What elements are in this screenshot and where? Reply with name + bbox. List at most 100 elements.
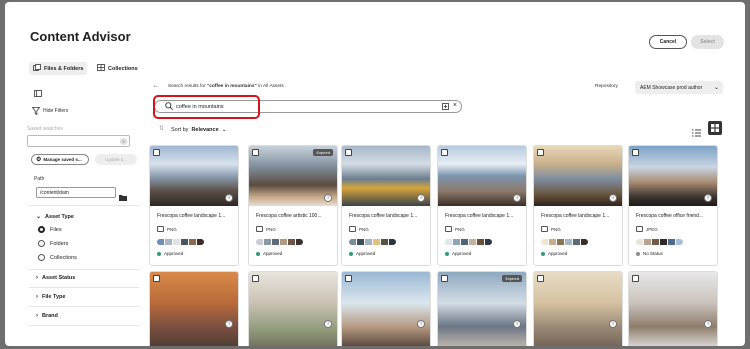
update-saved-search-button[interactable]: Update s...: [95, 154, 137, 165]
select-checkbox[interactable]: [252, 149, 259, 156]
color-swatch: [676, 239, 683, 245]
asset-thumbnail[interactable]: [438, 272, 526, 346]
panel-toggle-icon[interactable]: [34, 84, 42, 102]
asset-card[interactable]: i Frescopa coffee landscape 1... PNG App…: [341, 145, 431, 266]
info-icon[interactable]: i: [609, 320, 617, 328]
info-icon[interactable]: i: [225, 194, 233, 202]
select-checkbox[interactable]: [632, 275, 639, 282]
asset-card[interactable]: i Frescopa coffee landscape 1... PNG App…: [149, 145, 239, 266]
path-field[interactable]: /content/dam: [36, 187, 116, 198]
grid-view-icon[interactable]: [708, 121, 722, 135]
info-icon[interactable]: i: [324, 320, 332, 328]
select-checkbox[interactable]: [632, 149, 639, 156]
clear-icon[interactable]: ×: [453, 102, 457, 109]
info-icon[interactable]: i: [513, 320, 521, 328]
gear-icon: ⚙: [36, 157, 42, 163]
select-checkbox[interactable]: [153, 275, 160, 282]
info-icon[interactable]: i: [609, 194, 617, 202]
asset-card[interactable]: i Frescopa coffee landscape 1... PNG App…: [437, 145, 527, 266]
info-icon[interactable]: i: [513, 194, 521, 202]
hide-filters-button[interactable]: Hide Filters: [31, 102, 68, 120]
color-swatch: [197, 239, 204, 245]
color-swatch: [256, 239, 263, 245]
add-filter-icon[interactable]: [442, 103, 449, 112]
select-checkbox[interactable]: [153, 149, 160, 156]
back-arrow-icon[interactable]: ←: [153, 83, 159, 89]
radio-folders[interactable]: Folders: [38, 240, 68, 247]
asset-card[interactable]: i: [628, 271, 718, 346]
color-swatch: [296, 239, 303, 245]
radio-files[interactable]: Files: [38, 226, 62, 233]
select-checkbox[interactable]: [345, 275, 352, 282]
facet-asset-type[interactable]: ⌄ Asset Type: [36, 213, 74, 221]
facet-asset-status[interactable]: › Asset Status: [36, 275, 75, 281]
asset-thumbnail[interactable]: [534, 272, 622, 346]
info-icon[interactable]: i: [704, 194, 712, 202]
asset-card[interactable]: i Frescopa coffee office friend... JPEG …: [628, 145, 718, 266]
facet-brand[interactable]: › Brand: [36, 313, 58, 319]
repository-select[interactable]: AEM Showcase prod author ⌄: [635, 81, 723, 94]
select-checkbox[interactable]: [441, 275, 448, 282]
status-dot: [541, 251, 545, 256]
chevron-right-icon: ›: [36, 294, 38, 300]
list-view-icon[interactable]: [692, 124, 701, 142]
facet-file-type[interactable]: › File Type: [36, 294, 65, 300]
select-checkbox[interactable]: [537, 275, 544, 282]
asset-name: Frescopa coffee office friend...: [636, 213, 704, 219]
radio-collections[interactable]: Collections: [38, 254, 77, 261]
asset-status: Approved: [157, 251, 183, 256]
asset-status: Approved: [256, 251, 282, 256]
sort-direction-icon[interactable]: ⇅: [159, 125, 164, 132]
asset-type: PNG: [445, 226, 465, 232]
saved-searches-select[interactable]: ⌄: [27, 135, 130, 147]
select-checkbox[interactable]: [345, 149, 352, 156]
asset-name: Frescopa coffee landscape 1...: [157, 213, 226, 219]
color-swatch: [181, 239, 188, 245]
folder-icon[interactable]: [119, 188, 127, 206]
files-icon: [33, 64, 41, 73]
select-checkbox[interactable]: [252, 275, 259, 282]
divider: [29, 287, 139, 288]
asset-card[interactable]: i: [149, 271, 239, 346]
asset-name: Frescopa coffee artistic 100...: [256, 213, 322, 219]
color-swatch: [264, 239, 271, 245]
asset-type: PNG: [541, 226, 561, 232]
info-icon[interactable]: i: [324, 194, 332, 202]
asset-thumbnail[interactable]: [249, 272, 337, 346]
asset-card[interactable]: i Frescopa coffee landscape 1... PNG App…: [533, 145, 623, 266]
chevron-down-icon: ⌄: [221, 127, 227, 133]
divider: [29, 269, 139, 270]
color-swatch: [644, 239, 651, 245]
image-icon: [445, 226, 452, 232]
search-highlight-annotation: [153, 95, 260, 119]
asset-card[interactable]: Expired i: [437, 271, 527, 346]
asset-card[interactable]: i: [533, 271, 623, 346]
manage-saved-searches-button[interactable]: ⚙ Manage saved s...: [31, 154, 89, 165]
tab-collections[interactable]: Collections: [93, 62, 142, 75]
color-swatch: [652, 239, 659, 245]
status-dot: [349, 251, 353, 256]
image-icon: [541, 226, 548, 232]
asset-thumbnail[interactable]: [342, 272, 430, 346]
asset-thumbnail[interactable]: [629, 272, 717, 346]
info-icon[interactable]: i: [704, 320, 712, 328]
select-button[interactable]: Select: [691, 35, 724, 49]
info-icon[interactable]: i: [417, 320, 425, 328]
cancel-button[interactable]: Cancel: [649, 35, 687, 49]
asset-card[interactable]: i: [248, 271, 338, 346]
tab-files-folders[interactable]: Files & Folders: [29, 62, 88, 75]
asset-card[interactable]: Expired i Frescopa coffee artistic 100..…: [248, 145, 338, 266]
color-swatch: [485, 239, 492, 245]
chevron-down-icon: ⌄: [36, 214, 42, 220]
select-checkbox[interactable]: [537, 149, 544, 156]
content-advisor-dialog: Content Advisor Cancel Select Files & Fo…: [5, 2, 745, 346]
asset-thumbnail[interactable]: [150, 272, 238, 346]
info-icon[interactable]: i: [225, 320, 233, 328]
sort-control[interactable]: Sort by Relevance ⌄: [171, 126, 227, 134]
status-dot: [636, 251, 640, 256]
asset-card[interactable]: i: [341, 271, 431, 346]
select-checkbox[interactable]: [441, 149, 448, 156]
info-icon[interactable]: i: [417, 194, 425, 202]
color-swatch: [280, 239, 287, 245]
image-icon: [256, 226, 263, 232]
